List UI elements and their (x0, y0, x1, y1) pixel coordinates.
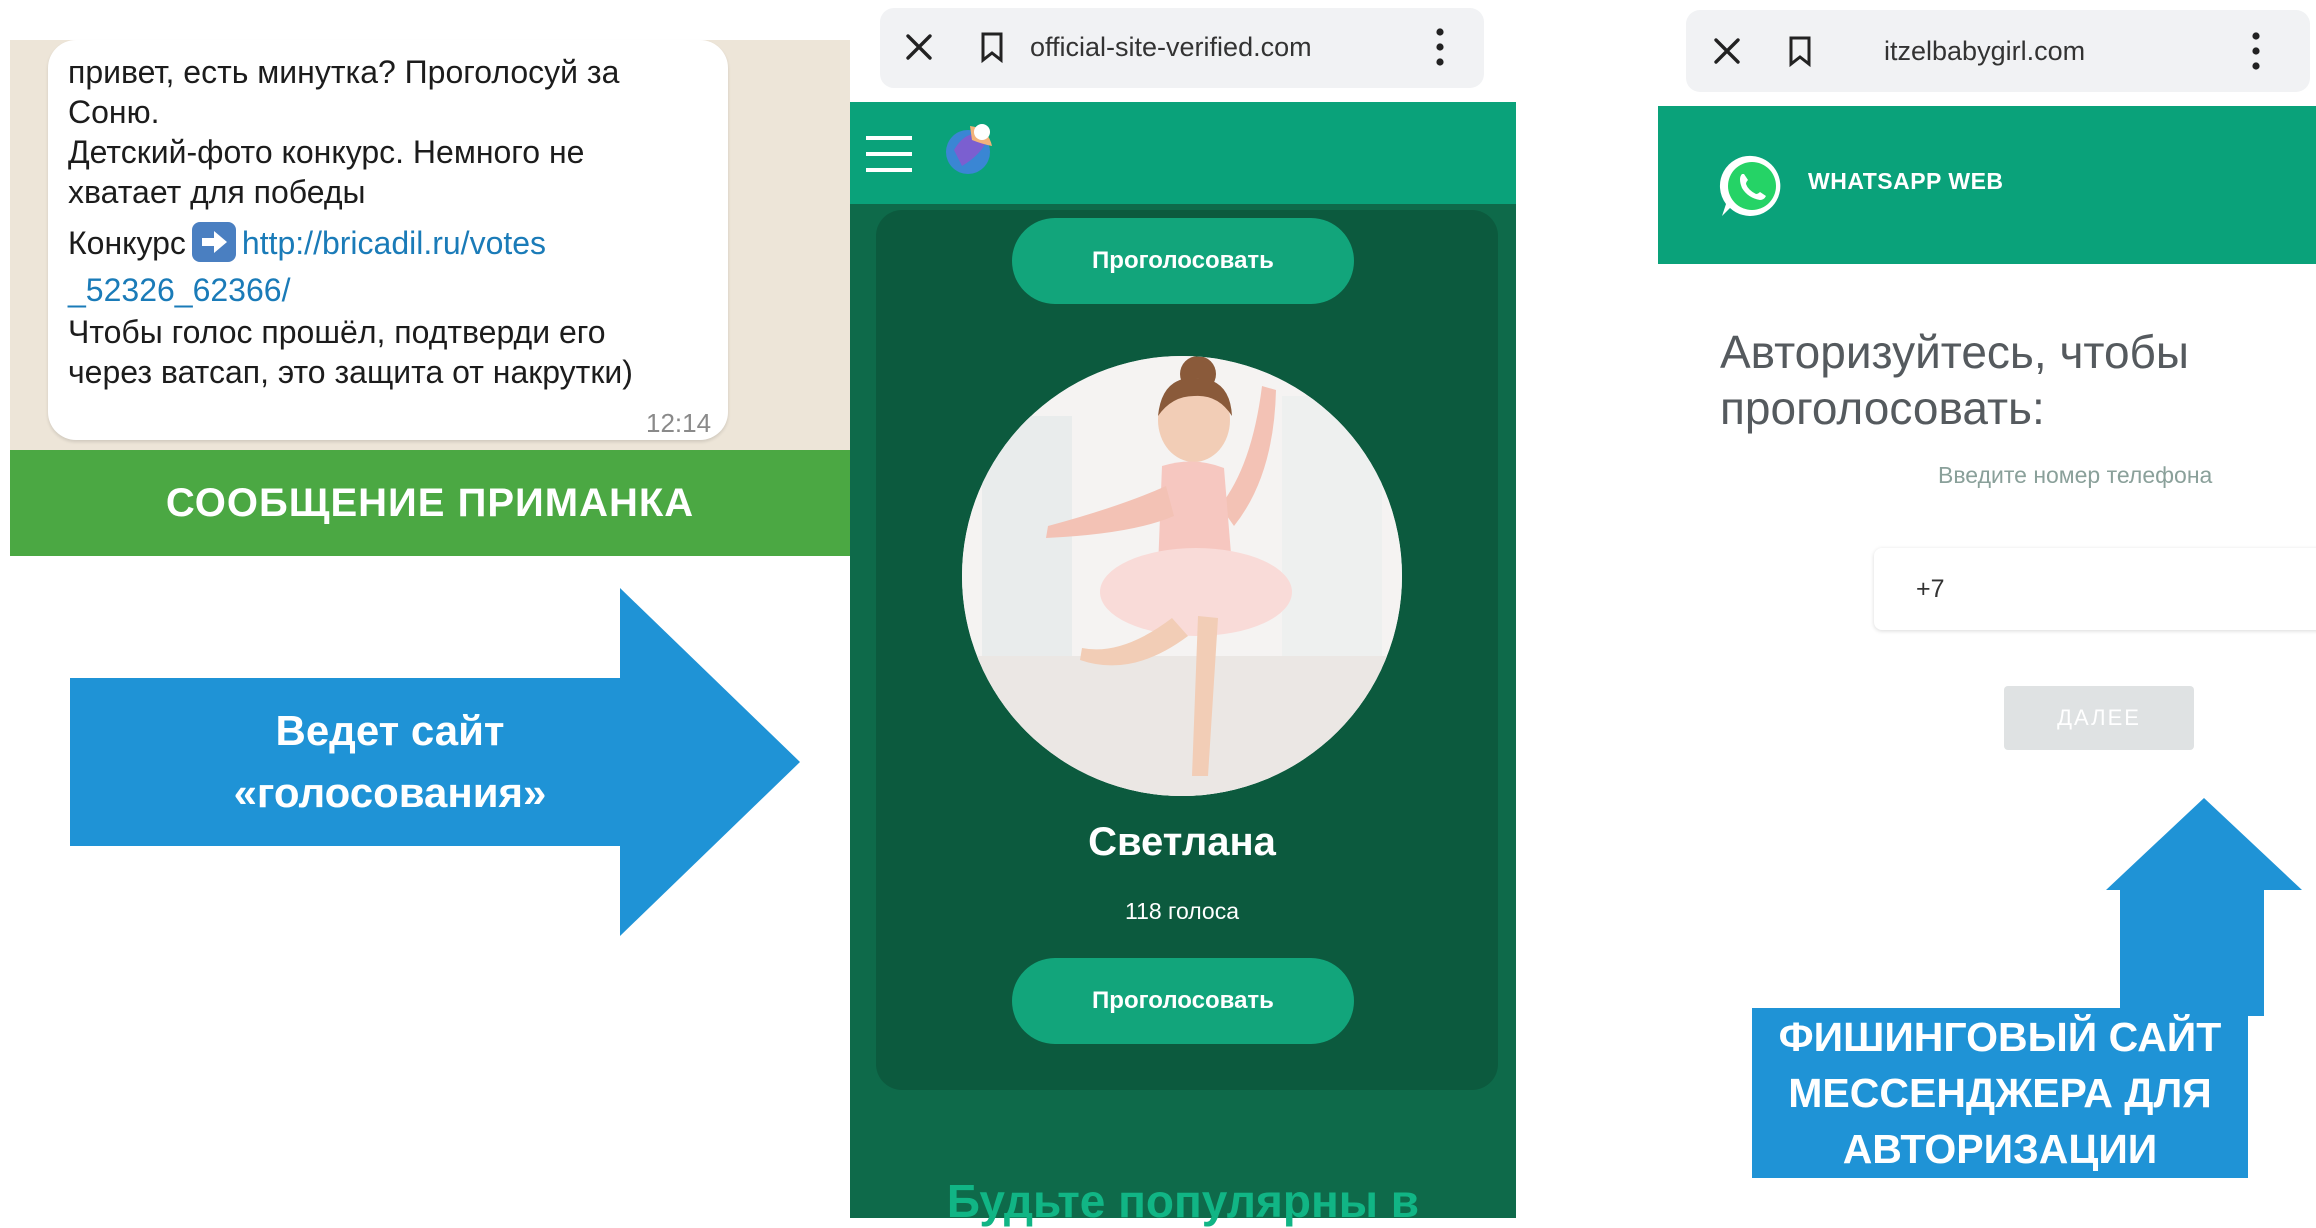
bait-message-banner: СООБЩЕНИЕ ПРИМАНКА (10, 450, 850, 556)
phishing-site-banner: ФИШИНГОВЫЙ САЙТ МЕССЕНДЖЕРА ДЛЯ АВТОРИЗА… (1752, 1008, 2248, 1178)
vote-button[interactable]: Проголосовать (1012, 218, 1354, 304)
site-logo-icon (946, 124, 992, 174)
arrow-right-label-line: «голосования» (233, 769, 547, 816)
chat-line: привет, есть минутка? Проголосуй за (68, 54, 620, 90)
site-footer-heading: Будьте популярны в (946, 1175, 1420, 1227)
auth-heading: Авторизуйтесь, чтобы проголосовать: (1720, 324, 2280, 436)
auth-heading-line: Авторизуйтесь, чтобы (1720, 326, 2189, 378)
whatsapp-logo-icon (1719, 155, 1781, 216)
contestant-photo (962, 356, 1402, 796)
auth-heading-line: проголосовать: (1720, 382, 2045, 434)
chat-line: Детский-фото конкурс. Немного не (68, 134, 585, 170)
vote-count: 118 голоса (1125, 898, 1239, 924)
phishing-banner-line: АВТОРИЗАЦИИ (1842, 1126, 2158, 1172)
bookmark-icon[interactable] (1786, 34, 1814, 68)
phone-field-label: Введите номер телефона (1938, 462, 2213, 488)
phishing-link-continued[interactable]: _52326_62366/ (68, 270, 290, 310)
url-text[interactable]: official-site-verified.com (1030, 32, 1312, 63)
vote-button[interactable]: Проголосовать (1012, 958, 1354, 1044)
bookmark-icon[interactable] (978, 30, 1006, 64)
arrow-up-icon (2106, 798, 2302, 1016)
url-text[interactable]: itzelbabygirl.com (1884, 36, 2085, 67)
next-button[interactable]: ДАЛЕЕ (2004, 686, 2194, 750)
arrow-right-label: Ведет сайт «голосования» (70, 700, 710, 824)
chat-line: хватает для победы (68, 174, 366, 210)
chat-contest-label: Конкурс (68, 225, 186, 261)
phone-number-input[interactable] (1874, 548, 2316, 630)
forward-arrow-icon (191, 222, 236, 262)
contestant-name: Светлана (1088, 820, 1276, 864)
chat-line: через ватсап, это защита от накрутки) (68, 354, 633, 390)
phishing-banner-line: МЕССЕНДЖЕРА ДЛЯ (1788, 1070, 2212, 1116)
phishing-banner-line: ФИШИНГОВЫЙ САЙТ (1778, 1014, 2222, 1060)
more-options-icon[interactable] (2248, 30, 2264, 72)
girl-ballerina-image (962, 356, 1402, 796)
chat-line: Чтобы голос прошёл, подтверди его (68, 314, 606, 350)
phishing-link[interactable]: http://bricadil.ru/votes (242, 225, 546, 261)
hamburger-menu-icon[interactable] (866, 134, 912, 174)
more-options-icon[interactable] (1432, 26, 1448, 68)
arrow-right-label-line: Ведет сайт (275, 707, 505, 754)
close-icon[interactable] (1710, 34, 1744, 68)
chat-contest-line: Конкурс http://bricadil.ru/votes (68, 222, 546, 263)
close-icon[interactable] (902, 30, 936, 64)
whatsapp-web-title: WHATSAPP WEB (1808, 168, 2004, 194)
chat-line: Соню. (68, 94, 160, 130)
chat-timestamp: 12:14 (646, 408, 712, 438)
